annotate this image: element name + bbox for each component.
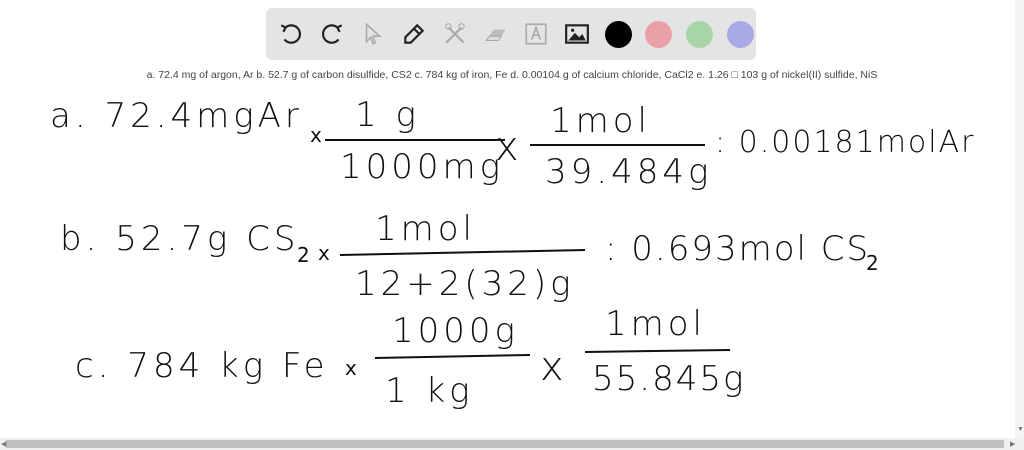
text-box-icon (525, 23, 547, 45)
work-b-den1: 12+2(32)g (355, 264, 575, 304)
image-button[interactable] (562, 18, 593, 50)
color-green[interactable] (684, 18, 715, 50)
work-b-times: x (318, 241, 330, 265)
fraction-bar (339, 249, 586, 256)
work-c-times-2: x (540, 344, 568, 390)
work-c-start: c. 784 kg Fe (75, 346, 329, 386)
horizontal-scrollbar[interactable]: ◀ ▶ (0, 438, 1024, 450)
work-a-den1: 1000mg (340, 147, 504, 187)
work-b-sub: 2 (297, 243, 310, 267)
work-c-num2: 1mol (605, 304, 706, 344)
undo-icon (281, 24, 302, 44)
tools-button[interactable] (439, 18, 470, 50)
color-black[interactable] (603, 18, 634, 50)
work-b-result-sub: 2 (866, 251, 879, 275)
vertical-scrollbar[interactable]: ▼ (1015, 0, 1024, 438)
pencil-icon (404, 23, 425, 44)
work-a-start: a. 72.4mgAr (50, 96, 303, 136)
eraser-icon (484, 29, 506, 42)
work-c-times-1: x (345, 356, 357, 380)
pen-button[interactable] (398, 18, 429, 50)
work-a-times-2: x (495, 124, 523, 170)
work-c-den2: 55.845g (592, 359, 745, 399)
scissors-icon (444, 23, 465, 44)
whiteboard-canvas[interactable]: a. 72.4mgAr x 1 g 1000mg x 1mol 39.484g … (0, 80, 1015, 438)
work-a-result: : 0.00181molAr (715, 125, 975, 160)
text-button[interactable] (521, 18, 552, 50)
work-b-result: : 0.693mol CS (605, 229, 870, 269)
image-icon (565, 24, 590, 44)
drawing-toolbar (266, 8, 756, 60)
horizontal-scroll-thumb[interactable] (6, 440, 1004, 448)
cursor-icon (365, 22, 382, 45)
undo-button[interactable] (276, 18, 307, 50)
color-red[interactable] (643, 18, 674, 50)
redo-button[interactable] (317, 18, 348, 50)
work-a-num2: 1mol (550, 101, 651, 141)
select-button[interactable] (358, 18, 389, 50)
redo-icon (322, 24, 343, 44)
work-a-times-1: x (310, 123, 322, 147)
fraction-bar (584, 349, 731, 353)
work-c-num1: 1000g (392, 311, 519, 351)
eraser-button[interactable] (480, 18, 511, 50)
scroll-right-arrow-icon[interactable]: ▶ (1010, 440, 1015, 448)
work-b-start: b. 52.7g CS (60, 219, 299, 259)
work-b-num1: 1mol (375, 209, 476, 249)
work-a-den2: 39.484g (545, 152, 712, 192)
work-a-num1: 1 g (355, 95, 420, 135)
fraction-bar (374, 354, 531, 359)
scroll-left-arrow-icon[interactable]: ◀ (1, 440, 6, 448)
scroll-down-arrow-icon[interactable]: ▼ (1017, 426, 1024, 433)
work-c-den1: 1 kg (385, 371, 474, 411)
color-blue[interactable] (725, 18, 756, 50)
